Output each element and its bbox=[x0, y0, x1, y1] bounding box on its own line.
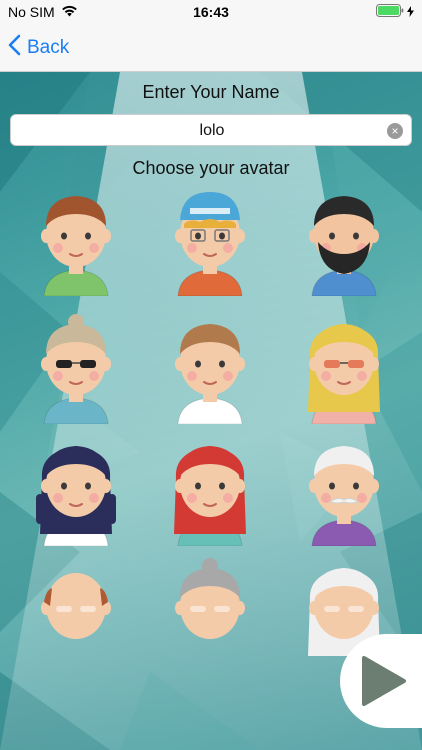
avatar-face-icon bbox=[41, 314, 111, 424]
avatar-face-icon bbox=[309, 196, 379, 296]
avatar-grid bbox=[0, 184, 422, 656]
choose-avatar-title: Choose your avatar bbox=[132, 158, 290, 178]
avatar-face-icon bbox=[309, 446, 379, 546]
back-label: Back bbox=[27, 37, 70, 58]
chevron-left-icon bbox=[8, 34, 21, 62]
name-field: × bbox=[10, 114, 413, 147]
avatar-option-man-black-beard[interactable] bbox=[294, 184, 394, 296]
avatar-face-icon bbox=[308, 324, 380, 424]
avatar-option-girl-black-braids[interactable] bbox=[26, 434, 126, 546]
back-button[interactable]: Back bbox=[8, 34, 69, 62]
avatar-screen: Enter Your Name × Choose your avatar bbox=[0, 72, 422, 750]
play-icon bbox=[362, 656, 406, 706]
charging-bolt-icon bbox=[407, 4, 414, 20]
avatar-option-grandma-gray-bun[interactable] bbox=[160, 556, 260, 668]
avatar-face-icon bbox=[41, 573, 111, 639]
enter-name-title: Enter Your Name bbox=[142, 82, 280, 102]
avatar-option-woman-blonde-sunglasses[interactable] bbox=[294, 312, 394, 424]
avatar-face-icon bbox=[174, 446, 246, 546]
avatar-face-icon bbox=[175, 558, 245, 639]
avatar-face-icon bbox=[175, 192, 245, 296]
avatar-option-bald-man[interactable] bbox=[26, 556, 126, 668]
avatar-option-man-man-bun-sunglasses[interactable] bbox=[26, 312, 126, 424]
status-right bbox=[376, 4, 414, 20]
avatar-face-icon bbox=[175, 324, 245, 424]
avatar-face-icon bbox=[41, 196, 111, 296]
avatar-option-woman-red-hair[interactable] bbox=[160, 434, 260, 546]
clear-text-button[interactable]: × bbox=[387, 123, 403, 139]
avatar-option-grandpa-mustache[interactable] bbox=[294, 434, 394, 546]
close-icon: × bbox=[391, 124, 399, 138]
name-input[interactable] bbox=[11, 115, 413, 147]
avatar-option-young-man-brown-hair[interactable] bbox=[26, 184, 126, 296]
avatar-option-boy-blue-cap[interactable] bbox=[160, 184, 260, 296]
status-bar: No SIM 16:43 bbox=[0, 0, 422, 24]
avatar-option-woman-short-hair[interactable] bbox=[160, 312, 260, 424]
nav-bar: Back bbox=[0, 24, 422, 72]
battery-icon bbox=[376, 4, 404, 20]
avatar-face-icon bbox=[36, 446, 116, 546]
status-time: 16:43 bbox=[193, 4, 229, 20]
